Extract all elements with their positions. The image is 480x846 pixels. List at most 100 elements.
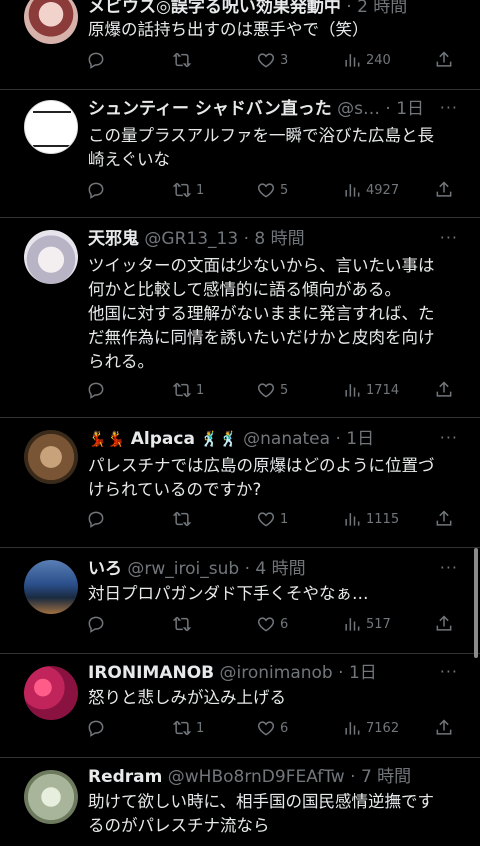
reply-button[interactable]	[86, 380, 110, 400]
display-name[interactable]: 天邪鬼	[88, 229, 139, 249]
avatar[interactable]	[24, 100, 78, 154]
avatar[interactable]	[24, 230, 78, 284]
retweet-count: 1	[196, 382, 205, 398]
tweet-text: ツイッターの文面は少ないから、言いたい事は 何かと比較して感情的に語る傾向がある…	[88, 256, 435, 371]
tweet[interactable]: Redram @wHBo8rnD9FEAfTw · 7 時間 助けて欲しい時に、…	[0, 758, 480, 846]
share-button[interactable]	[434, 380, 454, 400]
views-icon	[345, 513, 360, 526]
more-options-icon[interactable]: ···	[440, 98, 458, 117]
like-count: 5	[280, 182, 289, 198]
retweet-button[interactable]	[172, 509, 196, 529]
avatar[interactable]	[24, 0, 78, 44]
avatar[interactable]	[24, 560, 78, 614]
like-count: 6	[280, 720, 289, 736]
retweet-button[interactable]: 1	[172, 718, 204, 738]
like-button[interactable]: 5	[256, 380, 288, 400]
like-button[interactable]: 3	[256, 50, 288, 70]
tweet-header: Redram @wHBo8rnD9FEAfTw · 7 時間	[88, 767, 412, 787]
scrollbar[interactable]	[474, 548, 478, 658]
more-options-icon[interactable]: ···	[440, 558, 458, 577]
dancer-emoji: 💃💃	[88, 430, 126, 448]
more-options-icon[interactable]: ···	[440, 228, 458, 247]
share-button[interactable]	[434, 509, 454, 529]
tweet[interactable]: IRONIMANOB @ironimanob · 1日 ··· 怒りと悲しみが込…	[0, 654, 480, 758]
handle[interactable]: @rw_iroi_sub	[127, 559, 239, 579]
tweet-header: IRONIMANOB @ironimanob · 1日	[88, 663, 377, 683]
retweet-button[interactable]: 1	[172, 380, 204, 400]
timestamp[interactable]: 7 時間	[361, 767, 411, 787]
tweet[interactable]: メビウス◎誤字る呪い効果発動中 · 2 時間 原爆の話持ち出すのは悪手やで（笑）…	[0, 0, 480, 90]
tweet-header: シュンティー シャドバン直った @s… · 1日	[88, 99, 425, 119]
more-options-icon[interactable]: ···	[440, 428, 458, 447]
like-button[interactable]: 6	[256, 614, 288, 634]
timestamp[interactable]: 1日	[349, 663, 377, 683]
handle[interactable]: @GR13_13	[144, 229, 238, 249]
more-options-icon[interactable]: ···	[440, 662, 458, 681]
tweet-actions: 1 1115	[86, 509, 458, 535]
timestamp[interactable]: 1日	[346, 429, 374, 449]
views-button[interactable]: 1714	[342, 380, 399, 400]
tweet-actions: 1 5 4927	[86, 180, 458, 206]
views-button[interactable]: 240	[342, 50, 391, 70]
share-icon	[436, 615, 452, 631]
share-button[interactable]	[434, 180, 454, 200]
view-count: 1714	[366, 382, 400, 398]
reply-button[interactable]	[86, 180, 110, 200]
retweet-button[interactable]	[172, 614, 196, 634]
heart-icon	[257, 721, 275, 736]
avatar[interactable]	[24, 430, 78, 484]
tweet-actions: 1 6 7162	[86, 718, 458, 744]
tweet-text: 原爆の話持ち出すのは悪手やで（笑）	[88, 20, 369, 39]
like-button[interactable]: 1	[256, 509, 288, 529]
views-button[interactable]: 7162	[342, 718, 399, 738]
avatar[interactable]	[24, 770, 78, 824]
handle[interactable]: @s…	[337, 99, 380, 119]
display-name[interactable]: Redram	[88, 767, 162, 787]
views-icon	[345, 618, 360, 631]
views-button[interactable]: 1115	[342, 509, 399, 529]
display-name[interactable]: Alpaca	[131, 429, 195, 449]
share-icon	[436, 381, 452, 397]
tweet[interactable]: 💃💃 Alpaca 🕺🕺 @nanatea · 1日 ··· パレスチナでは広島…	[0, 418, 480, 548]
reply-button[interactable]	[86, 614, 110, 634]
timestamp[interactable]: 8 時間	[254, 229, 304, 249]
display-name[interactable]: メビウス◎誤字る呪い効果発動中	[88, 0, 341, 17]
timestamp[interactable]: 4 時間	[255, 559, 305, 579]
reply-button[interactable]	[86, 718, 110, 738]
tweet[interactable]: シュンティー シャドバン直った @s… · 1日 ··· この量プラスアルファを…	[0, 90, 480, 218]
timestamp[interactable]: 1日	[396, 99, 424, 119]
avatar[interactable]	[24, 666, 78, 720]
display-name[interactable]: いろ	[88, 559, 122, 579]
heart-icon	[257, 183, 275, 198]
tweet[interactable]: いろ @rw_iroi_sub · 4 時間 ··· 対日プロパガンダド下手くそ…	[0, 548, 480, 654]
tweet-text: パレスチナでは広島の原爆はどのように位置づ けられているのですか?	[88, 456, 435, 499]
display-name[interactable]: シュンティー シャドバン直った	[88, 99, 332, 119]
share-button[interactable]	[434, 614, 454, 634]
handle[interactable]: @wHBo8rnD9FEAfTw	[168, 767, 345, 787]
reply-button[interactable]	[86, 50, 110, 70]
retweet-button[interactable]	[172, 50, 196, 70]
views-button[interactable]: 4927	[342, 180, 399, 200]
like-button[interactable]: 6	[256, 718, 288, 738]
share-button[interactable]	[434, 718, 454, 738]
timestamp[interactable]: 2 時間	[357, 0, 407, 17]
retweet-icon	[172, 382, 192, 398]
retweet-button[interactable]: 1	[172, 180, 204, 200]
reply-icon	[88, 182, 104, 199]
share-icon	[436, 510, 452, 526]
heart-icon	[257, 617, 275, 632]
tweet-actions: 1 5 1714	[86, 380, 458, 406]
heart-icon	[257, 512, 275, 527]
reply-button[interactable]	[86, 509, 110, 529]
handle[interactable]: @ironimanob	[220, 663, 333, 683]
share-button[interactable]	[434, 50, 454, 70]
reply-icon	[88, 52, 104, 69]
like-button[interactable]: 5	[256, 180, 288, 200]
retweet-icon	[172, 511, 192, 527]
view-count: 4927	[366, 182, 400, 198]
handle[interactable]: @nanatea	[243, 429, 330, 449]
retweet-icon	[172, 182, 192, 198]
tweet[interactable]: 天邪鬼 @GR13_13 · 8 時間 ··· ツイッターの文面は少ないから、言…	[0, 218, 480, 418]
views-button[interactable]: 517	[342, 614, 391, 634]
display-name[interactable]: IRONIMANOB	[88, 663, 214, 683]
